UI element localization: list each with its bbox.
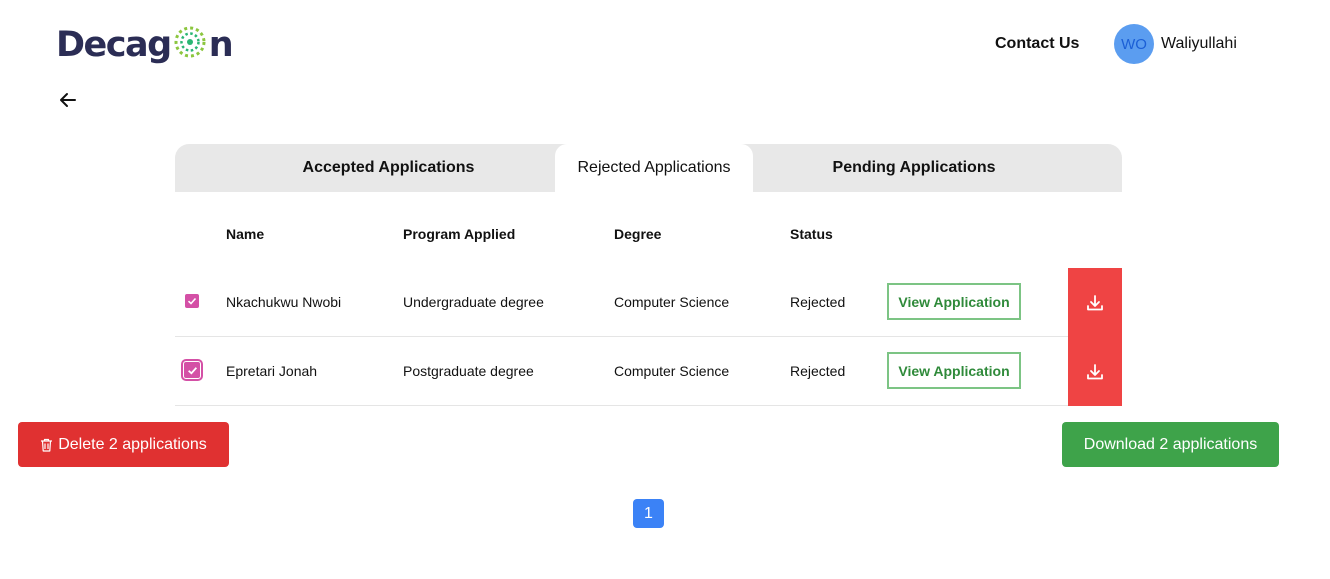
pagination-page-button[interactable]: 1 [633,499,664,528]
degree: Computer Science [614,294,730,310]
delete-button-label: Delete 2 applications [58,435,207,453]
column-header-name: Name [226,226,265,242]
status: Rejected [790,363,846,379]
program-applied: Undergraduate degree [403,294,544,310]
tab-pending-applications[interactable]: Pending Applications [753,144,1075,192]
delete-applications-button[interactable]: Delete 2 applications [18,422,229,467]
view-application-button[interactable]: View Application [887,283,1021,320]
column-header-status: Status [790,226,833,242]
tab-rejected-applications[interactable]: Rejected Applications [555,144,753,192]
program-applied: Postgraduate degree [403,363,534,379]
view-application-button[interactable]: View Application [887,352,1021,389]
application-tabs: Accepted Applications Rejected Applicati… [175,144,1122,192]
check-icon [187,297,197,305]
status: Rejected [790,294,846,310]
download-application-button[interactable] [1068,337,1122,406]
logo-text-prefix: Decag [56,24,172,65]
username: Waliyullahi [1161,35,1237,52]
column-header-program: Program Applied [403,226,516,242]
row-checkbox[interactable] [185,294,199,308]
tab-accepted-applications[interactable]: Accepted Applications [175,144,602,192]
logo-text-suffix: n [208,24,234,65]
download-application-button[interactable] [1068,268,1122,337]
applicant-name: Nkachukwu Nwobi [226,294,342,310]
degree: Computer Science [614,363,730,379]
decagon-logo[interactable]: Decag n [56,24,234,66]
download-applications-button[interactable]: Download 2 applications [1062,422,1279,467]
applicant-name: Epretari Jonah [226,363,318,379]
arrow-left-icon[interactable] [58,90,78,110]
check-icon [187,366,197,374]
logo-o-mark [174,26,206,58]
row-checkbox[interactable] [181,359,203,381]
trash-icon [41,438,53,452]
download-icon [1087,294,1103,310]
contact-us-link[interactable]: Contact Us [995,35,1079,53]
avatar[interactable]: WO [1114,24,1154,64]
column-header-degree: Degree [614,226,662,242]
table-row: Nkachukwu Nwobi Undergraduate degree Com… [175,268,1122,337]
download-icon [1087,363,1103,379]
table-row: Epretari Jonah Postgraduate degree Compu… [175,337,1122,406]
